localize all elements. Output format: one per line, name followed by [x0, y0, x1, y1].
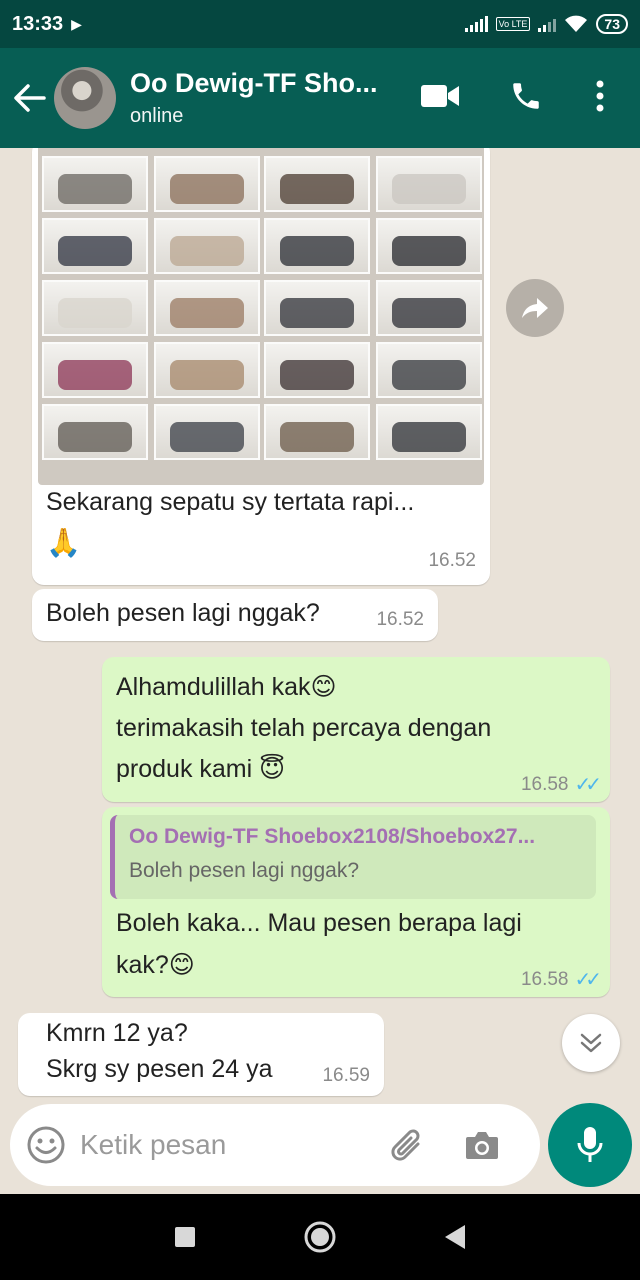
nav-circle-icon — [304, 1221, 336, 1253]
incoming-message-bubble[interactable]: Boleh pesen lagi nggak? 16.52 — [32, 589, 438, 641]
double-check-icon: ✓✓ — [574, 774, 601, 796]
status-bar: 13:33 ▶ Vo LTE 73 — [0, 0, 640, 48]
quoted-text: Boleh pesen lagi nggak? — [129, 859, 360, 882]
contact-info[interactable]: Oo Dewig-TF Sho... online — [130, 68, 410, 128]
image-message-bubble[interactable]: Sekarang sepatu sy tertata rapi... 🙏 16.… — [32, 148, 490, 585]
shoe-shelf-photo[interactable] — [38, 148, 484, 485]
message-line1: Boleh kaka... Mau pesen berapa lagi — [116, 909, 522, 937]
wifi-icon — [565, 15, 588, 32]
signal-icon-2 — [538, 16, 557, 32]
mic-icon — [577, 1127, 603, 1162]
quoted-message[interactable]: Oo Dewig-TF Shoebox2108/Shoebox27... Bol… — [110, 815, 596, 899]
incoming-message-bubble[interactable]: Kmrn 12 ya? Skrg sy pesen 24 ya 16.59 — [18, 1013, 384, 1096]
contact-avatar[interactable] — [54, 67, 116, 129]
image-caption-emoji: 🙏 — [46, 527, 81, 558]
nav-recents-button[interactable] — [174, 1226, 196, 1248]
status-icons: Vo LTE 73 — [464, 14, 628, 34]
time-label: 16.59 — [322, 1065, 370, 1086]
message-line2: Skrg sy pesen 24 ya — [46, 1055, 273, 1083]
message-line2: terimakasih telah percaya dengan — [116, 714, 492, 742]
video-call-button[interactable] — [416, 70, 464, 122]
message-input-bar — [10, 1104, 540, 1186]
forward-icon — [522, 298, 548, 318]
message-input[interactable] — [80, 1129, 380, 1161]
message-time: 16.52 — [376, 609, 424, 631]
chat-area[interactable]: Sekarang sepatu sy tertata rapi... 🙏 16.… — [0, 148, 640, 1194]
time-label: 16.52 — [428, 550, 476, 571]
message-line1: Alhamdulillah kak😊 — [116, 673, 337, 701]
camera-icon — [466, 1132, 498, 1159]
status-time: 13:33 — [12, 12, 64, 35]
voice-call-button[interactable] — [502, 70, 550, 122]
more-vert-icon — [596, 80, 604, 112]
outgoing-message-bubble[interactable]: Alhamdulillah kak😊 terimakasih telah per… — [102, 657, 610, 802]
quoted-sender: Oo Dewig-TF Shoebox2108/Shoebox27... — [129, 825, 536, 848]
phone-icon — [513, 83, 539, 109]
contact-status: online — [130, 105, 184, 127]
chat-header: Oo Dewig-TF Sho... online — [0, 48, 640, 148]
time-label: 16.52 — [376, 609, 424, 630]
camera-button[interactable] — [464, 1129, 500, 1161]
emoji-button[interactable] — [26, 1125, 66, 1165]
message-line1: Kmrn 12 ya? — [46, 1019, 188, 1047]
message-meta: 16.58 ✓✓ — [520, 772, 602, 797]
image-caption-line1: Sekarang sepatu sy tertata rapi... — [46, 488, 415, 516]
nav-back-icon — [445, 1225, 466, 1249]
emoji-icon — [27, 1126, 65, 1164]
message-text: Boleh pesen lagi nggak? — [46, 599, 320, 627]
volte-badge: Vo LTE — [495, 17, 531, 31]
message-time: 16.59 — [322, 1065, 370, 1087]
play-store-icon: ▶ — [71, 15, 82, 32]
message-time: 16.52 — [428, 550, 476, 572]
voice-message-button[interactable] — [548, 1103, 632, 1187]
scroll-to-bottom-button[interactable] — [562, 1014, 620, 1072]
message-line3: produk kami 😇 — [116, 755, 286, 783]
more-options-button[interactable] — [576, 70, 624, 122]
back-button[interactable] — [4, 48, 54, 148]
attach-button[interactable] — [388, 1125, 428, 1165]
system-nav-bar — [0, 1194, 640, 1280]
outgoing-reply-bubble[interactable]: Oo Dewig-TF Shoebox2108/Shoebox27... Bol… — [102, 807, 610, 997]
nav-square-icon — [174, 1227, 195, 1247]
chevron-down-icon — [580, 1033, 602, 1053]
back-arrow-icon — [14, 84, 46, 112]
nav-back-button[interactable] — [444, 1224, 466, 1250]
battery-icon: 73 — [596, 14, 628, 34]
time-label: 16.58 — [520, 773, 569, 795]
double-check-icon: ✓✓ — [574, 969, 601, 991]
message-meta: 16.58 ✓✓ — [520, 967, 602, 992]
nav-home-button[interactable] — [303, 1220, 337, 1254]
message-line2: kak?😊 — [116, 951, 195, 979]
attach-icon — [391, 1129, 420, 1161]
time-label: 16.58 — [520, 968, 569, 990]
video-call-icon — [421, 85, 459, 107]
forward-button[interactable] — [506, 279, 564, 337]
contact-name: Oo Dewig-TF Sho... — [130, 68, 378, 98]
signal-icon — [464, 16, 488, 32]
